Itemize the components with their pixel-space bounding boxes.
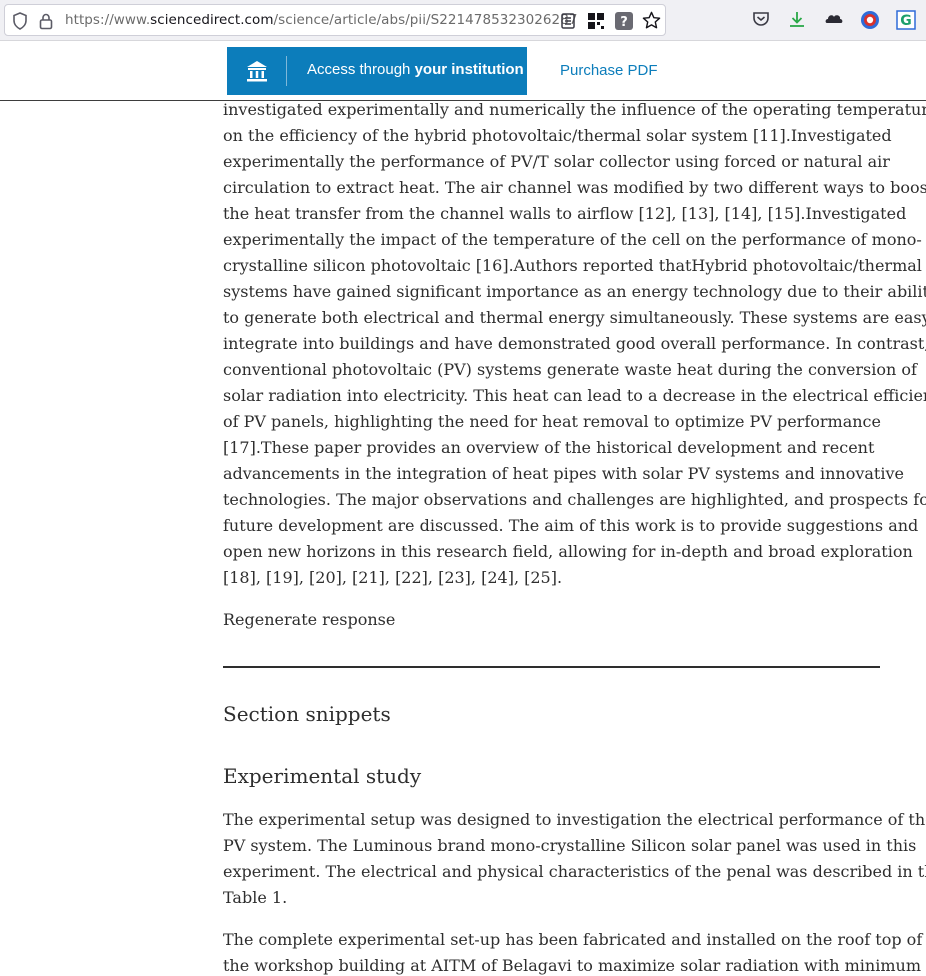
paragraph-line: crystalline silicon photovoltaic [16].Au…	[223, 256, 922, 275]
button-divider	[286, 56, 287, 86]
url-text[interactable]: https://www.sciencedirect.com/science/ar…	[65, 12, 577, 28]
pocket-icon[interactable]	[752, 10, 772, 30]
chrome-extension-icon[interactable]	[860, 10, 880, 30]
help-icon[interactable]: ?	[615, 12, 633, 34]
paragraph-line: advancements in the integration of heat …	[223, 464, 904, 483]
paragraph-line: technologies. The major observations and…	[223, 490, 926, 509]
paragraph-line: experimentally the performance of PV/T s…	[223, 152, 890, 171]
paragraph-line: PV system. The Luminous brand mono-cryst…	[223, 836, 917, 855]
paragraph-line: open new horizons in this research field…	[223, 542, 913, 561]
access-bold: your institution	[414, 61, 524, 78]
paragraph-line: future development are discussed. The ai…	[223, 516, 919, 535]
paragraph-line: conventional photovoltaic (PV) systems g…	[223, 360, 917, 379]
experimental-study-heading: Experimental study	[223, 764, 422, 788]
paragraph-line: experimentally the impact of the tempera…	[223, 230, 922, 249]
paragraph-line: the heat transfer from the channel walls…	[223, 204, 907, 223]
url-host: sciencedirect.com	[150, 12, 274, 28]
purchase-pdf-link[interactable]: Purchase PDF	[560, 62, 658, 79]
address-bar[interactable]: https://www.sciencedirect.com/science/ar…	[4, 4, 666, 36]
paragraph-line: investigated experimentally and numerica…	[223, 100, 926, 119]
paragraph-line: of PV panels, highlighting the need for …	[223, 412, 881, 431]
access-button-label: Access through your institution	[307, 61, 524, 78]
svg-text:?: ?	[620, 15, 628, 30]
paragraph-line: [17].These paper provides an overview of…	[223, 438, 875, 457]
paragraph-line: solar radiation into electricity. This h…	[223, 386, 926, 405]
access-prefix: Access through	[307, 61, 415, 78]
paragraph-line: on the efficiency of the hybrid photovol…	[223, 126, 892, 145]
reader-view-icon[interactable]	[561, 13, 575, 33]
access-bar: Access through your institution Purchase…	[0, 41, 926, 101]
paragraph-line: experiment. The electrical and physical …	[223, 862, 926, 881]
bookmark-star-icon[interactable]	[642, 11, 661, 34]
regenerate-response-text: Regenerate response	[223, 610, 396, 629]
paragraph-line: circulation to extract heat. The air cha…	[223, 178, 926, 197]
paragraph-line: [18], [19], [20], [21], [22], [23], [24]…	[223, 568, 563, 587]
grammar-extension-icon[interactable]: G	[896, 10, 916, 30]
paragraph-line: systems have gained significant importan…	[223, 282, 926, 301]
url-prefix: https://www.	[65, 12, 151, 28]
qr-code-icon[interactable]	[588, 13, 604, 33]
access-through-institution-button[interactable]: Access through your institution	[227, 47, 527, 95]
paragraph-line: the workshop building at AITM of Belagav…	[223, 956, 921, 975]
url-path: /science/article/abs/pii/S22147853230262…	[273, 12, 578, 28]
paragraph-line: to generate both electrical and thermal …	[223, 308, 926, 327]
download-icon[interactable]	[788, 10, 808, 30]
section-snippets-heading: Section snippets	[223, 702, 391, 726]
paragraph-line: The complete experimental set-up has bee…	[223, 930, 923, 949]
paragraph-line: Table 1.	[223, 888, 288, 907]
paragraph-line: The experimental setup was designed to i…	[223, 810, 926, 829]
shield-icon[interactable]	[12, 12, 28, 34]
lock-icon[interactable]	[39, 12, 53, 34]
paragraph-line: integrate into buildings and have demons…	[223, 334, 926, 353]
browser-toolbar: https://www.sciencedirect.com/science/ar…	[0, 0, 926, 41]
institution-icon	[245, 59, 269, 87]
extension-icon[interactable]	[824, 10, 844, 30]
svg-text:G: G	[900, 13, 912, 29]
section-divider	[223, 666, 880, 668]
